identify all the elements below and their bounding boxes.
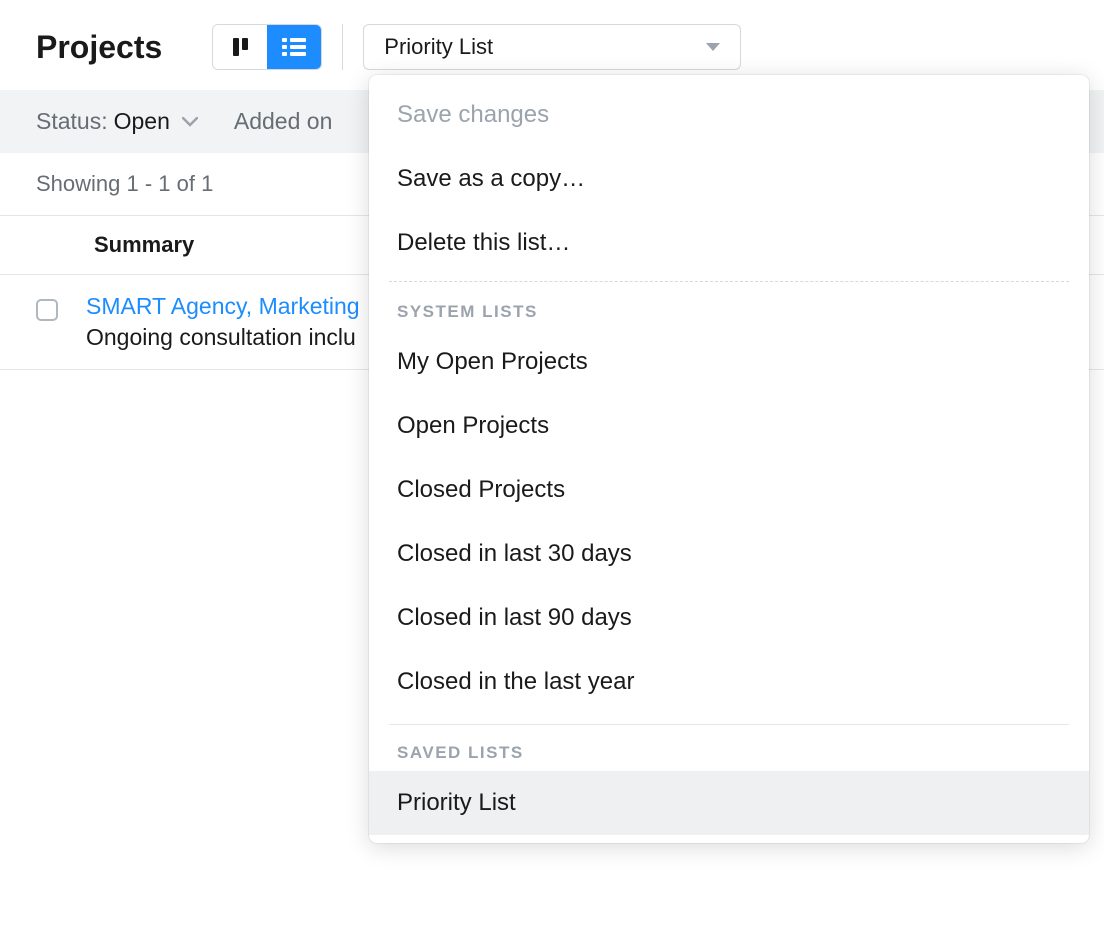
saved-list-item[interactable]: Priority List xyxy=(369,771,1089,835)
system-list-item[interactable]: Closed in last 90 days xyxy=(369,586,1089,650)
list-icon xyxy=(282,38,306,56)
row-title-link[interactable]: SMART Agency, Marketing xyxy=(86,293,360,320)
status-filter[interactable]: Status: Open xyxy=(36,108,198,135)
chevron-down-icon xyxy=(182,117,198,127)
menu-save-changes: Save changes xyxy=(369,83,1089,147)
divider xyxy=(342,24,343,70)
list-dropdown-menu: Save changes Save as a copy… Delete this… xyxy=(369,75,1089,843)
page-title: Projects xyxy=(36,29,162,66)
status-filter-label: Status: xyxy=(36,108,108,135)
system-list-item[interactable]: Closed in last 30 days xyxy=(369,522,1089,586)
status-filter-value: Open xyxy=(114,108,170,135)
system-lists-label: SYSTEM LISTS xyxy=(369,288,1089,330)
row-description: Ongoing consultation inclu xyxy=(86,324,360,351)
col-summary: Summary xyxy=(94,232,194,258)
dropdown-selected-label: Priority List xyxy=(384,34,493,60)
added-on-label: Added on xyxy=(234,108,332,135)
list-view-button[interactable] xyxy=(267,25,321,69)
saved-lists-label: SAVED LISTS xyxy=(369,729,1089,771)
added-on-filter[interactable]: Added on xyxy=(234,108,332,135)
menu-divider xyxy=(389,724,1069,725)
menu-divider xyxy=(389,281,1069,282)
list-selector-dropdown[interactable]: Priority List xyxy=(363,24,741,70)
system-list-item[interactable]: Closed Projects xyxy=(369,458,1089,522)
menu-save-as-copy[interactable]: Save as a copy… xyxy=(369,147,1089,211)
kanban-icon xyxy=(233,38,248,56)
menu-delete-list[interactable]: Delete this list… xyxy=(369,211,1089,275)
system-list-item[interactable]: Open Projects xyxy=(369,394,1089,458)
row-checkbox[interactable] xyxy=(36,299,58,321)
caret-down-icon xyxy=(706,43,720,51)
system-list-item[interactable]: My Open Projects xyxy=(369,330,1089,394)
view-toggle xyxy=(212,24,322,70)
kanban-view-button[interactable] xyxy=(213,25,267,69)
system-list-item[interactable]: Closed in the last year xyxy=(369,650,1089,714)
